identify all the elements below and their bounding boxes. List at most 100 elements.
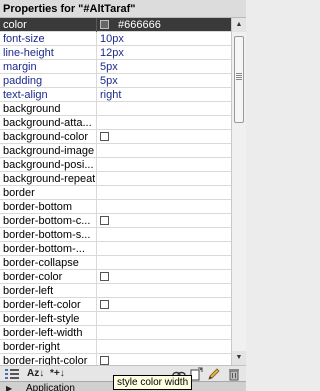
property-row[interactable]: padding 5px [0, 74, 231, 88]
property-row[interactable]: border-bottom-s... [0, 228, 231, 242]
property-value[interactable]: 12px [100, 46, 124, 60]
color-swatch-button[interactable] [100, 356, 109, 365]
property-row[interactable]: border-left-style [0, 312, 231, 326]
property-row[interactable]: border-right-color [0, 354, 231, 365]
property-name: background-color [3, 131, 88, 143]
property-value[interactable]: #666666 [118, 18, 161, 32]
column-divider [96, 60, 97, 74]
property-row[interactable]: margin 5px [0, 60, 231, 74]
tooltip: style color width [113, 375, 193, 390]
property-name: border-bottom-c... [3, 215, 91, 227]
property-row[interactable]: color #666666 [0, 18, 231, 32]
property-row[interactable]: border-bottom-... [0, 242, 231, 256]
property-name: border-left [3, 285, 54, 297]
property-row[interactable]: background [0, 102, 231, 116]
property-row[interactable]: border-left-color [0, 298, 231, 312]
property-row[interactable]: border-right [0, 340, 231, 354]
property-row[interactable]: text-align right [0, 88, 231, 102]
scrollbar-thumb[interactable] [234, 36, 244, 123]
column-divider [96, 172, 97, 186]
column-divider [96, 130, 97, 144]
property-name: border-bottom-s... [3, 229, 91, 241]
column-divider [96, 200, 97, 214]
property-row[interactable]: border [0, 186, 231, 200]
column-divider [96, 312, 97, 326]
property-row[interactable]: background-repeat [0, 172, 231, 186]
column-divider [96, 270, 97, 284]
column-divider [96, 284, 97, 298]
property-name: background [3, 103, 61, 115]
color-swatch-button[interactable] [100, 300, 109, 309]
property-row[interactable]: border-color [0, 270, 231, 284]
property-row[interactable]: border-bottom [0, 200, 231, 214]
property-value[interactable]: 10px [100, 32, 124, 46]
property-name: color [3, 19, 27, 31]
column-divider [96, 256, 97, 270]
edit-rule-icon[interactable] [207, 367, 221, 381]
column-divider [96, 144, 97, 158]
scroll-up-arrow-icon[interactable]: ▲ [232, 18, 246, 32]
property-name: text-align [3, 89, 48, 101]
property-name: background-atta... [3, 117, 92, 129]
properties-grid: color #666666 font-size 10px line-height 12px… [0, 18, 231, 365]
column-divider [96, 326, 97, 340]
property-name: margin [3, 61, 37, 73]
column-divider [96, 46, 97, 60]
scroll-down-arrow-icon[interactable]: ▼ [232, 351, 246, 365]
property-row[interactable]: background-color [0, 130, 231, 144]
sort-alphabetically-button[interactable]: Az↓ [27, 367, 44, 381]
property-row[interactable]: background-atta... [0, 116, 231, 130]
property-name: border-right-color [3, 355, 88, 365]
property-name: border-left-style [3, 313, 80, 325]
property-name: line-height [3, 47, 54, 59]
scroll-grip-icon [236, 73, 242, 74]
expand-arrow-icon[interactable]: ▶ [6, 382, 12, 391]
column-divider [96, 228, 97, 242]
vertical-scrollbar[interactable]: ▲ ▼ [231, 18, 246, 365]
property-name: border-left-color [3, 299, 81, 311]
property-name: padding [3, 75, 43, 87]
column-divider [96, 354, 97, 365]
property-name: border-bottom-... [3, 243, 85, 255]
property-name: border-right [3, 341, 60, 353]
property-name: background-image [3, 145, 95, 157]
show-set-properties-button[interactable]: *+↓ [50, 367, 65, 381]
color-swatch-button[interactable] [100, 216, 109, 225]
column-divider [96, 88, 97, 102]
column-divider [96, 186, 97, 200]
property-row[interactable]: border-left-width [0, 326, 231, 340]
property-row[interactable]: border-left [0, 284, 231, 298]
color-swatch-button[interactable] [100, 272, 109, 281]
property-name: border-color [3, 271, 63, 283]
property-row[interactable]: border-bottom-c... [0, 214, 231, 228]
column-divider [96, 158, 97, 172]
column-divider [96, 102, 97, 116]
property-name: background-posi... [3, 159, 94, 171]
property-name: border-bottom [3, 201, 73, 213]
category-view-icon[interactable] [4, 367, 20, 381]
property-row[interactable]: background-posi... [0, 158, 231, 172]
property-name: border-left-width [3, 327, 83, 339]
column-divider [96, 298, 97, 312]
column-divider [96, 242, 97, 256]
property-name: border [3, 187, 35, 199]
color-swatch-button[interactable] [100, 20, 109, 29]
column-divider [96, 116, 97, 130]
column-divider [96, 214, 97, 228]
property-name: font-size [3, 33, 45, 45]
color-swatch-button[interactable] [100, 132, 109, 141]
property-value[interactable]: 5px [100, 74, 118, 88]
application-panel-label: Application [26, 383, 75, 391]
property-row[interactable]: line-height 12px [0, 46, 231, 60]
property-value[interactable]: right [100, 88, 121, 102]
column-divider [96, 18, 97, 32]
property-row[interactable]: border-collapse [0, 256, 231, 270]
panel-title: Properties for "#AltTaraf" [0, 0, 246, 18]
property-value[interactable]: 5px [100, 60, 118, 74]
delete-rule-icon[interactable] [227, 367, 241, 381]
property-row[interactable]: background-image [0, 144, 231, 158]
column-divider [96, 32, 97, 46]
property-name: border-collapse [3, 257, 79, 269]
property-name: background-repeat [3, 173, 95, 185]
property-row[interactable]: font-size 10px [0, 32, 231, 46]
